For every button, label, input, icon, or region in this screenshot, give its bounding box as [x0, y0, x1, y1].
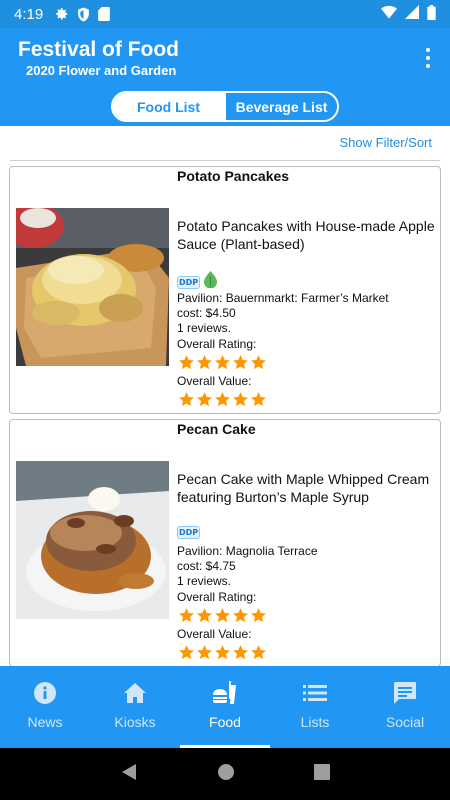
nav-label: Food	[209, 714, 241, 730]
recents-icon[interactable]	[314, 763, 331, 785]
item-pavilion: Pavilion: Bauernmarkt: Farmer’s Market	[177, 291, 389, 305]
star-icon	[179, 645, 194, 660]
star-icon	[215, 392, 230, 407]
segmented-control: Food List Beverage List	[111, 91, 339, 122]
fastfood-icon	[212, 680, 238, 706]
star-icon	[179, 392, 194, 407]
ddp-badge: DDP	[177, 526, 201, 539]
wifi-icon	[381, 5, 397, 23]
nav-label: Lists	[300, 714, 330, 730]
list-icon	[302, 680, 328, 706]
chat-icon	[392, 680, 418, 706]
nav-social[interactable]: Social	[360, 666, 450, 748]
star-icon	[251, 608, 266, 623]
back-icon[interactable]	[120, 763, 138, 786]
tab-beverage-list[interactable]: Beverage List	[224, 93, 337, 120]
nav-news[interactable]: News	[0, 666, 90, 748]
system-nav-bar	[0, 748, 450, 800]
item-reviews: 1 reviews.	[177, 321, 232, 335]
leaf-icon	[204, 271, 218, 293]
overall-rating-label: Overall Rating:	[177, 590, 257, 604]
nav-label: Kiosks	[114, 714, 156, 730]
overall-value-label: Overall Value:	[177, 374, 252, 388]
item-cost: cost: $4.50	[177, 306, 236, 320]
star-icon	[179, 608, 194, 623]
nav-kiosks[interactable]: Kiosks	[90, 666, 180, 748]
more-vert-icon[interactable]	[424, 48, 432, 68]
star-icon	[179, 355, 194, 370]
star-icon	[197, 392, 212, 407]
home-circle-icon[interactable]	[217, 763, 235, 786]
overall-value-label: Overall Value:	[177, 627, 252, 641]
star-icon	[197, 645, 212, 660]
app-bar: Festival of Food 2020 Flower and Garden	[0, 28, 450, 88]
item-name: Potato Pancakes with House-made Apple Sa…	[177, 218, 435, 252]
star-icon	[233, 608, 248, 623]
status-time: 4:19	[14, 5, 44, 23]
list-switcher: Food List Beverage List	[0, 88, 450, 126]
battery-icon	[427, 4, 436, 24]
item-title: Potato Pancakes	[177, 168, 290, 184]
star-icon	[251, 355, 266, 370]
list-item[interactable]: Pecan Cake Pecan Cake with Maple Whipped…	[9, 419, 441, 666]
star-icon	[233, 645, 248, 660]
app-subtitle: 2020 Flower and Garden	[26, 63, 177, 78]
star-icon	[233, 392, 248, 407]
ddp-badge: DDP	[177, 275, 201, 289]
list-item[interactable]: Potato Pancakes Potato Pancakes with Hou…	[9, 166, 441, 414]
item-reviews: 1 reviews.	[177, 574, 232, 588]
app-title: Festival of Food	[18, 38, 180, 61]
overall-value-stars	[178, 644, 267, 661]
bottom-nav: News Kiosks Food Lists Social	[0, 666, 450, 748]
star-icon	[215, 608, 230, 623]
overall-rating-stars	[178, 354, 267, 371]
star-icon	[215, 355, 230, 370]
shield-icon	[77, 7, 90, 22]
star-icon	[251, 645, 266, 660]
nav-food[interactable]: Food	[180, 666, 270, 748]
overall-rating-label: Overall Rating:	[177, 337, 257, 351]
item-cost: cost: $4.75	[177, 559, 236, 573]
star-icon	[197, 355, 212, 370]
star-icon	[197, 608, 212, 623]
nav-lists[interactable]: Lists	[270, 666, 360, 748]
show-filter-sort-link[interactable]: Show Filter/Sort	[340, 135, 432, 150]
nav-label: News	[27, 714, 63, 730]
star-icon	[215, 645, 230, 660]
nav-label: Social	[385, 714, 425, 730]
sd-card-icon	[98, 7, 111, 21]
item-pavilion: Pavilion: Magnolia Terrace	[177, 544, 318, 558]
item-title: Pecan Cake	[177, 421, 256, 437]
gear-icon	[55, 7, 69, 21]
item-name: Pecan Cake with Maple Whipped Cream feat…	[177, 471, 430, 505]
star-icon	[233, 355, 248, 370]
food-photo	[16, 208, 169, 366]
home-icon	[122, 680, 148, 706]
food-photo	[16, 461, 169, 619]
overall-rating-stars	[178, 607, 267, 624]
info-icon	[32, 680, 58, 706]
food-list[interactable]: Potato Pancakes Potato Pancakes with Hou…	[0, 160, 450, 666]
status-bar: 4:19	[0, 0, 450, 28]
tab-food-list[interactable]: Food List	[113, 93, 224, 120]
signal-icon	[405, 5, 419, 23]
star-icon	[251, 392, 266, 407]
overall-value-stars	[178, 391, 267, 408]
